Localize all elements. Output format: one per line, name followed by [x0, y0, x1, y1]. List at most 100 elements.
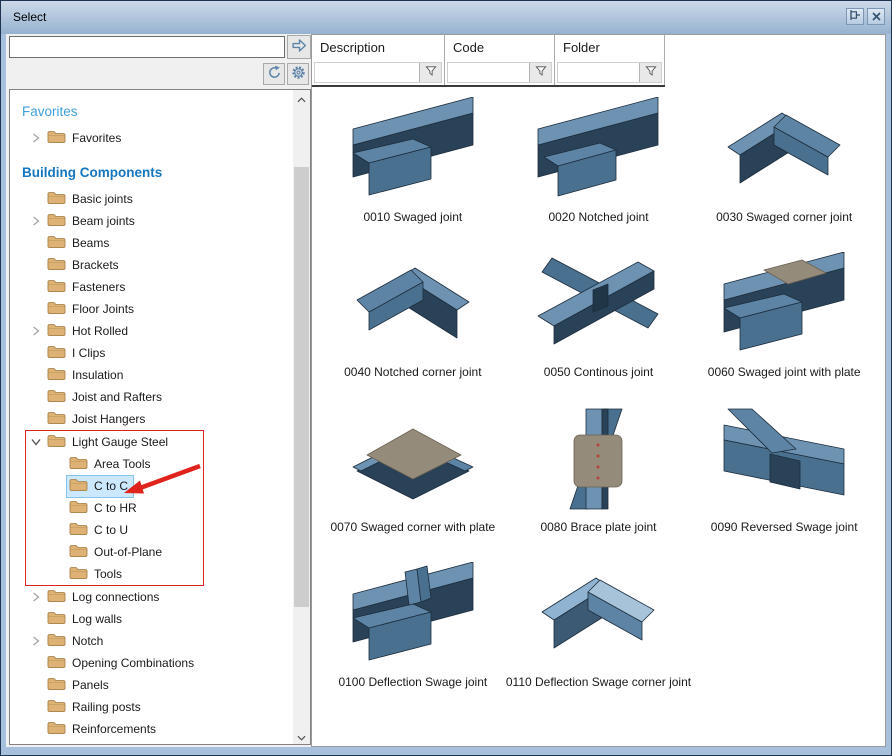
filter-input-code[interactable] — [447, 62, 552, 83]
tree-item-log-connections[interactable]: Log connections — [20, 586, 293, 608]
tree-item-label: Beams — [72, 236, 109, 250]
filter-button-folder[interactable] — [639, 63, 661, 82]
tree-item-c-to-u[interactable]: C to U — [26, 519, 203, 541]
tree-item-joist-and-rafters[interactable]: Joist and Rafters — [20, 386, 293, 408]
tree-item-basic-joints[interactable]: Basic joints — [20, 188, 293, 210]
tree-item-tools[interactable]: Tools — [26, 563, 203, 585]
component-card-0080-brace-plate-joint[interactable]: 0080 Brace plate joint — [506, 403, 692, 558]
chevron-right-icon[interactable] — [28, 592, 44, 602]
folder-icon — [47, 411, 66, 428]
tree-item-out-of-plane[interactable]: Out-of-Plane — [26, 541, 203, 563]
tree-item-brackets[interactable]: Brackets — [20, 254, 293, 276]
tree-item-hot-rolled[interactable]: Hot Rolled — [20, 320, 293, 342]
tree-item-label: Log walls — [72, 612, 122, 626]
tree-item-label: Joist and Rafters — [72, 390, 162, 404]
tree-item-notch[interactable]: Notch — [20, 630, 293, 652]
scrollbar-down-button[interactable] — [293, 728, 310, 744]
tree-item-railing-posts[interactable]: Railing posts — [20, 696, 293, 718]
folder-icon — [47, 323, 66, 340]
tree-item-beam-joints[interactable]: Beam joints — [20, 210, 293, 232]
component-card-0060-swaged-joint-with-plate[interactable]: 0060 Swaged joint with plate — [691, 248, 877, 403]
tree-item-label: C to U — [94, 523, 128, 537]
tree-item-c-to-c[interactable]: C to C — [26, 475, 203, 497]
component-card-0020-notched-joint[interactable]: 0020 Notched joint — [506, 93, 692, 248]
tree-item-content: C to C — [66, 475, 134, 498]
close-button[interactable] — [867, 8, 885, 25]
tree-item-opening-combinations[interactable]: Opening Combinations — [20, 652, 293, 674]
component-card-0010-swaged-joint[interactable]: 0010 Swaged joint — [320, 93, 506, 248]
component-card-0050-continous-joint[interactable]: 0050 Continous joint — [506, 248, 692, 403]
folder-icon — [47, 589, 66, 606]
filter-input-description[interactable] — [314, 62, 442, 83]
folder-icon — [47, 345, 66, 362]
tree-item-c-to-hr[interactable]: C to HR — [26, 497, 203, 519]
chevron-right-icon[interactable] — [28, 133, 44, 143]
tree-item-content: Hot Rolled — [44, 320, 134, 343]
component-thumbnail — [537, 562, 659, 671]
tree-item-label: Hot Rolled — [72, 324, 128, 338]
chevron-right-icon[interactable] — [28, 216, 44, 226]
section-header-building-components: Building Components — [22, 165, 293, 180]
tree-scrollbar[interactable] — [293, 90, 310, 744]
component-label: 0020 Notched joint — [548, 210, 648, 224]
tree-item-label: Fasteners — [72, 280, 125, 294]
titlebar[interactable]: Select — [1, 1, 891, 34]
folder-icon — [47, 367, 66, 384]
tree-item-content: Out-of-Plane — [66, 541, 168, 564]
tree-item-label: Insulation — [72, 368, 123, 382]
chevron-right-icon[interactable] — [28, 636, 44, 646]
tree-item-log-walls[interactable]: Log walls — [20, 608, 293, 630]
chevron-down-icon[interactable] — [28, 438, 44, 446]
component-card-0100-deflection-swage-joint[interactable]: 0100 Deflection Swage joint — [320, 558, 506, 713]
component-thumbnail — [537, 97, 659, 206]
window-buttons — [846, 8, 885, 25]
tree-item-content: Brackets — [44, 254, 125, 277]
tree-item-fasteners[interactable]: Fasteners — [20, 276, 293, 298]
component-card-0040-notched-corner-joint[interactable]: 0040 Notched corner joint — [320, 248, 506, 403]
tree-item-label: Opening Combinations — [72, 656, 194, 670]
search-go-button[interactable] — [287, 35, 311, 59]
component-thumbnail — [352, 562, 474, 671]
tree-item-content: Log walls — [44, 608, 128, 631]
tree-item-insulation[interactable]: Insulation — [20, 364, 293, 386]
tree-item-joist-hangers[interactable]: Joist Hangers — [20, 408, 293, 430]
tree-item-beams[interactable]: Beams — [20, 232, 293, 254]
column-headers: DescriptionCodeFolder — [312, 35, 885, 85]
filter-icon — [425, 65, 437, 80]
tree-item-content: Reinforcements — [44, 718, 162, 741]
filter-input-folder[interactable] — [557, 62, 662, 83]
tree-item-favorites[interactable]: Favorites — [20, 127, 293, 149]
tree-item-label: Notch — [72, 634, 103, 648]
component-card-0070-swaged-corner-with-plate[interactable]: 0070 Swaged corner with plate — [320, 403, 506, 558]
tree-item-i-clips[interactable]: I Clips — [20, 342, 293, 364]
folder-icon — [47, 611, 66, 628]
component-card-0030-swaged-corner-joint[interactable]: 0030 Swaged corner joint — [691, 93, 877, 248]
pin-button[interactable] — [846, 8, 864, 25]
settings-button[interactable] — [287, 63, 309, 85]
tree-item-reinforcements[interactable]: Reinforcements — [20, 718, 293, 740]
folder-icon — [47, 389, 66, 406]
tree-item-area-tools[interactable]: Area Tools — [26, 453, 203, 475]
tree-item-content: Insulation — [44, 364, 129, 387]
tree-item-content: Fasteners — [44, 276, 131, 299]
refresh-button[interactable] — [263, 63, 285, 85]
component-card-0110-deflection-swage-corner-joint[interactable]: 0110 Deflection Swage corner joint — [506, 558, 692, 713]
folder-icon — [47, 655, 66, 672]
filter-button-code[interactable] — [529, 63, 551, 82]
tree-item-panels[interactable]: Panels — [20, 674, 293, 696]
filter-button-description[interactable] — [419, 63, 441, 82]
scrollbar-thumb[interactable] — [294, 167, 309, 607]
folder-icon — [47, 279, 66, 296]
chevron-right-icon[interactable] — [28, 326, 44, 336]
tree-item-content: Railing posts — [44, 696, 147, 719]
scrollbar-up-button[interactable] — [293, 90, 310, 106]
tree-item-floor-joints[interactable]: Floor Joints — [20, 298, 293, 320]
component-panel: DescriptionCodeFolder 0010 Swaged joint0… — [311, 34, 886, 747]
tree-item-light-gauge-steel[interactable]: Light Gauge Steel — [26, 431, 203, 453]
search-input[interactable] — [9, 36, 285, 58]
folder-icon — [69, 500, 88, 517]
close-icon — [872, 9, 881, 24]
component-thumbnail — [723, 407, 845, 516]
component-label: 0080 Brace plate joint — [540, 520, 656, 534]
component-card-0090-reversed-swage-joint[interactable]: 0090 Reversed Swage joint — [691, 403, 877, 558]
